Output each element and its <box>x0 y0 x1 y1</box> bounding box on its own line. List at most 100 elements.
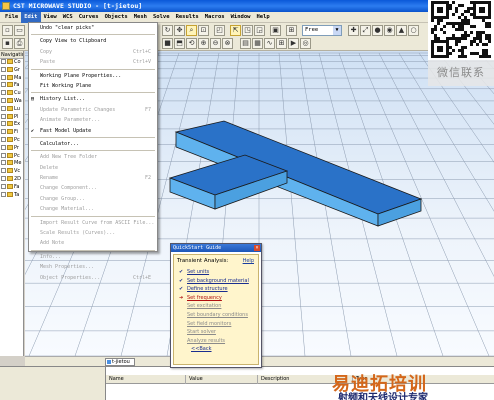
nav-item[interactable]: Ta <box>0 191 23 200</box>
quickstart-step[interactable]: ✔ Define structure <box>177 285 255 294</box>
edit-menu-item[interactable]: Import Result Curve from ASCII File... <box>29 218 157 228</box>
expand-box-icon[interactable] <box>1 59 6 64</box>
edit-menu-item[interactable]: Copy View to Clipboard <box>29 36 157 46</box>
edit-menu-item[interactable]: Paste Ctrl+V <box>29 57 157 67</box>
quickstart-back-link[interactable]: <<Back <box>177 345 255 354</box>
nav-item[interactable]: Vc <box>0 168 23 176</box>
nav-item[interactable]: Gr <box>0 66 23 75</box>
nav-item[interactable]: Fa <box>0 183 23 192</box>
expand-box-icon[interactable] <box>1 66 6 72</box>
edit-menu-item[interactable]: Add Note <box>29 238 157 248</box>
sphere-icon[interactable]: ● <box>372 25 383 36</box>
nav-item[interactable]: Pc <box>0 136 23 145</box>
nav-item[interactable]: 2D <box>0 175 23 184</box>
boundary-icon[interactable]: ▦ <box>252 38 263 49</box>
edit-menu-item[interactable]: Change Material... <box>29 204 157 214</box>
expand-box-icon[interactable] <box>1 97 6 103</box>
view-mode-select[interactable]: Free ▼ <box>302 25 342 36</box>
boolean-add-icon[interactable]: ⊕ <box>198 38 209 49</box>
nav-item[interactable]: Pr <box>0 144 23 153</box>
axes-icon[interactable]: ✚ <box>348 25 359 36</box>
edit-menu-item[interactable]: ✔ Fast Model Update <box>29 126 157 136</box>
edit-menu-item[interactable]: Copy Ctrl+C <box>29 47 157 57</box>
expand-box-icon[interactable] <box>1 160 6 166</box>
edit-menu-item[interactable]: Delete <box>29 163 157 173</box>
expand-box-icon[interactable] <box>1 152 6 158</box>
nav-item[interactable]: Pl <box>0 113 23 122</box>
menu-edit[interactable]: Edit <box>21 11 41 23</box>
boolean-subtract-icon[interactable]: ⊖ <box>210 38 221 49</box>
torus-icon[interactable]: ○ <box>408 25 419 36</box>
edit-menu-item[interactable]: Info... <box>29 252 157 262</box>
expand-box-icon[interactable] <box>1 82 6 88</box>
monitor-icon[interactable]: ◎ <box>300 38 311 49</box>
new-file-icon[interactable]: ▫ <box>2 25 13 36</box>
quickstart-step[interactable]: ✔ Set background material <box>177 277 255 286</box>
column-value[interactable]: Value <box>186 375 258 384</box>
nav-item[interactable]: Ex <box>0 121 23 129</box>
nav-item[interactable]: Wa <box>0 97 23 106</box>
frequency-icon[interactable]: ∿ <box>264 38 275 49</box>
menu-mesh[interactable]: Mesh <box>131 12 150 23</box>
expand-box-icon[interactable] <box>1 168 6 174</box>
wcs-icon[interactable]: ⊞ <box>286 25 297 36</box>
solver-icon[interactable]: ▶ <box>288 38 299 49</box>
mesh-icon[interactable]: ⊞ <box>276 38 287 49</box>
transform-icon[interactable]: ⤢ <box>360 25 371 36</box>
close-icon[interactable]: × <box>254 245 260 251</box>
quickstart-help-link[interactable]: Help <box>243 258 254 264</box>
nav-item[interactable]: Fa <box>0 82 23 90</box>
quickstart-step[interactable]: ✔ Set units <box>177 268 255 277</box>
edit-menu-item[interactable]: ▤ History List... <box>29 94 157 104</box>
pan-icon[interactable]: ✥ <box>174 25 185 36</box>
expand-box-icon[interactable] <box>1 183 6 189</box>
edit-menu-item[interactable]: Add New Tree Folder <box>29 152 157 162</box>
expand-box-icon[interactable] <box>1 175 6 181</box>
edit-menu-item[interactable]: Mesh Properties... <box>29 262 157 272</box>
menu-macros[interactable]: Macros <box>202 12 228 23</box>
menu-window[interactable]: Window <box>228 12 254 23</box>
edit-menu-item[interactable]: Object Properties... Ctrl+E <box>29 273 157 283</box>
edit-menu-item[interactable]: Working Plane Properties... <box>29 71 157 81</box>
expand-box-icon[interactable] <box>1 121 6 127</box>
expand-box-icon[interactable] <box>1 113 6 119</box>
pick-icon[interactable]: ⇱ <box>230 25 241 36</box>
brick-icon[interactable]: ■ <box>162 38 173 49</box>
menu-view[interactable]: View <box>41 12 60 23</box>
port-icon[interactable]: ▤ <box>240 38 251 49</box>
select-icon[interactable]: ◰ <box>214 25 225 36</box>
expand-box-icon[interactable] <box>1 136 6 142</box>
open-folder-icon[interactable]: ▭ <box>14 25 25 36</box>
menu-curves[interactable]: Curves <box>76 12 102 23</box>
nav-item[interactable]: Pc <box>0 152 23 161</box>
pick-edge-icon[interactable]: ◲ <box>254 25 265 36</box>
nav-item[interactable]: Co <box>0 59 23 67</box>
zoom-icon[interactable]: ⌕ <box>186 25 197 36</box>
expand-box-icon[interactable] <box>1 74 6 80</box>
nav-item[interactable]: Cu <box>0 90 23 98</box>
boolean-intersect-icon[interactable]: ⊗ <box>222 38 233 49</box>
cone-icon[interactable]: ▲ <box>396 25 407 36</box>
nav-item[interactable]: Ma <box>0 74 23 83</box>
menu-results[interactable]: Results <box>173 12 202 23</box>
expand-box-icon[interactable] <box>1 191 6 197</box>
nav-item[interactable]: Me <box>0 160 23 168</box>
expand-box-icon[interactable] <box>1 144 6 150</box>
edit-menu-item[interactable]: Undo "clear picks" <box>29 23 157 33</box>
edit-menu-item[interactable]: Change Group... <box>29 194 157 204</box>
cube-icon[interactable]: ▣ <box>270 25 281 36</box>
edit-menu-item[interactable]: Scale Results (Curves)... <box>29 228 157 238</box>
menu-help[interactable]: Help <box>254 12 273 23</box>
edit-menu-item[interactable]: Calculator... <box>29 139 157 149</box>
expand-box-icon[interactable] <box>1 105 6 111</box>
edit-menu-item[interactable]: Animate Parameter... <box>29 115 157 125</box>
zoom-fit-icon[interactable]: ⊡ <box>198 25 209 36</box>
extrude-icon[interactable]: ⬒ <box>174 38 185 49</box>
tab-document[interactable]: t-jietou <box>105 358 135 366</box>
nav-item[interactable]: Fi <box>0 129 23 137</box>
expand-box-icon[interactable] <box>1 129 6 135</box>
menu-solve[interactable]: Solve <box>150 12 173 23</box>
pick-face-icon[interactable]: ◳ <box>242 25 253 36</box>
quickstart-step[interactable]: ➜ Set frequency <box>177 294 255 303</box>
menu-objects[interactable]: Objects <box>102 12 131 23</box>
